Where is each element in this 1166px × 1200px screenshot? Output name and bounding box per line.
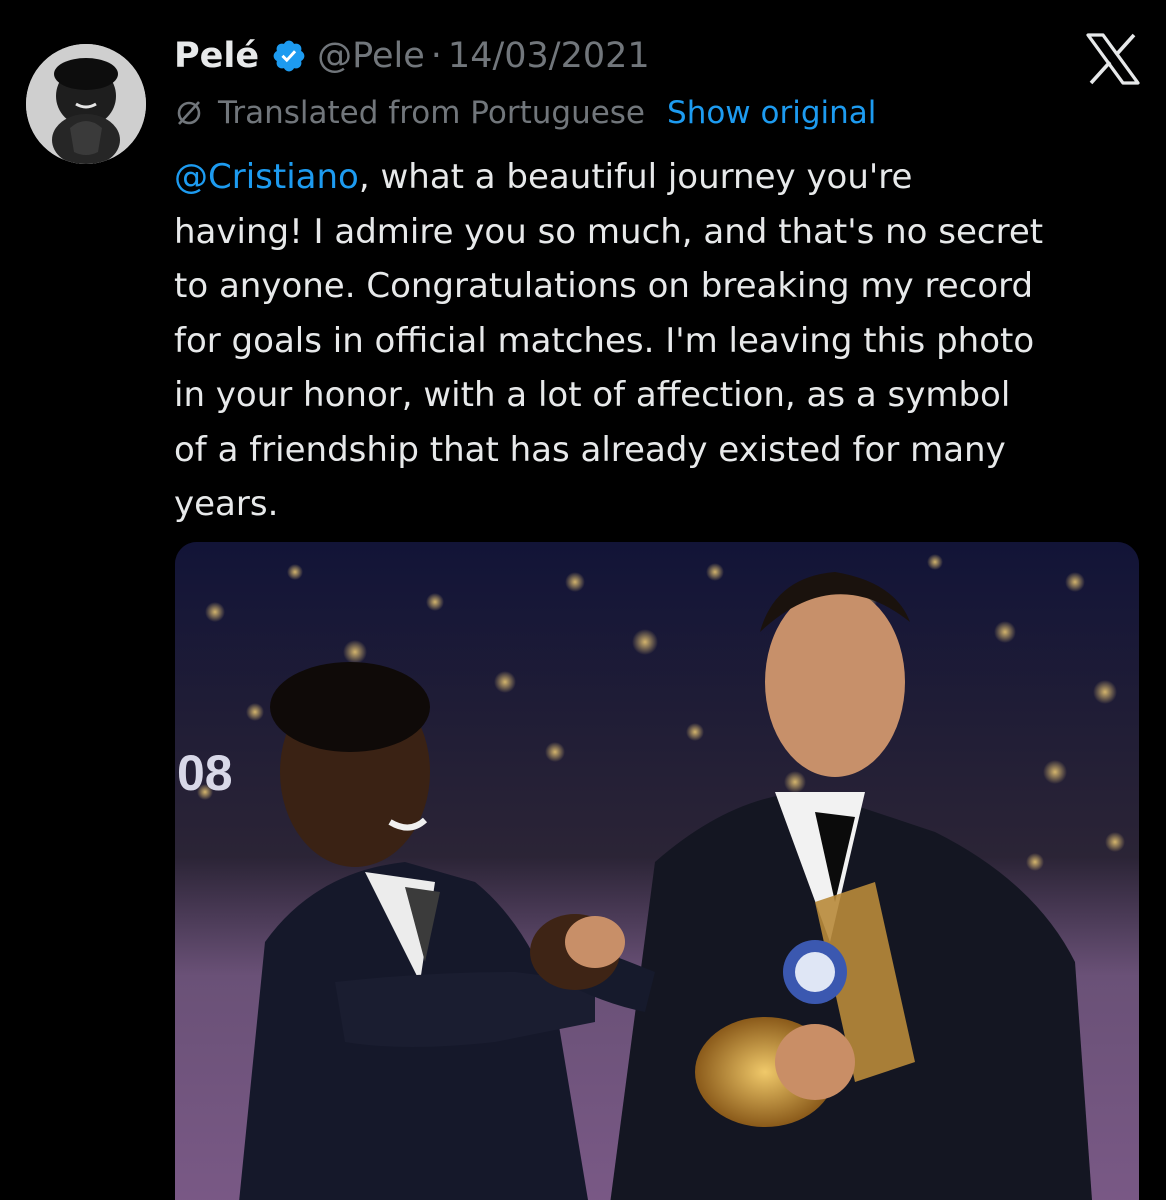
mention-link[interactable]: @Cristiano: [174, 157, 359, 197]
tweet-text-line: having! I admire you so much, and that's…: [174, 211, 1044, 252]
avatar-image: [26, 44, 146, 164]
header-separator: ·: [430, 36, 442, 76]
tweet-text-line: for goals in official matches. I'm leavi…: [174, 320, 1035, 361]
translation-row: Translated from Portuguese Show original: [174, 84, 1144, 142]
tweet-date[interactable]: 14/03/2021: [448, 36, 650, 76]
backdrop-text: 08: [177, 745, 233, 801]
x-logo-icon[interactable]: [1085, 33, 1141, 85]
tweet-text-line: years.: [174, 484, 279, 524]
tweet-text-line: @Cristiano, what a beautiful journey you…: [174, 157, 913, 197]
tweet-body: Pelé @Pele · 14/03/2021 Translated from …: [174, 28, 1144, 532]
translated-label: Translated from Portuguese: [218, 95, 646, 131]
photo-illustration: 08: [175, 542, 1139, 1200]
tweet-text-line: of a friendship that has already existed…: [174, 429, 1006, 470]
tweet-text: @Cristiano, what a beautiful journey you…: [174, 150, 1144, 532]
tweet-header: Pelé @Pele · 14/03/2021: [174, 28, 1144, 84]
tweet-media-photo[interactable]: 08: [175, 542, 1139, 1200]
tweet-text-line: to anyone. Congratulations on breaking m…: [174, 266, 1034, 306]
tweet-text-line: in your honor, with a lot of affection, …: [174, 375, 1011, 415]
author-name[interactable]: Pelé: [174, 36, 259, 76]
verified-badge-icon: [271, 38, 307, 74]
author-handle[interactable]: @Pele: [317, 36, 425, 76]
avatar[interactable]: [26, 44, 146, 164]
translate-icon: [174, 98, 204, 128]
show-original-link[interactable]: Show original: [667, 95, 876, 131]
